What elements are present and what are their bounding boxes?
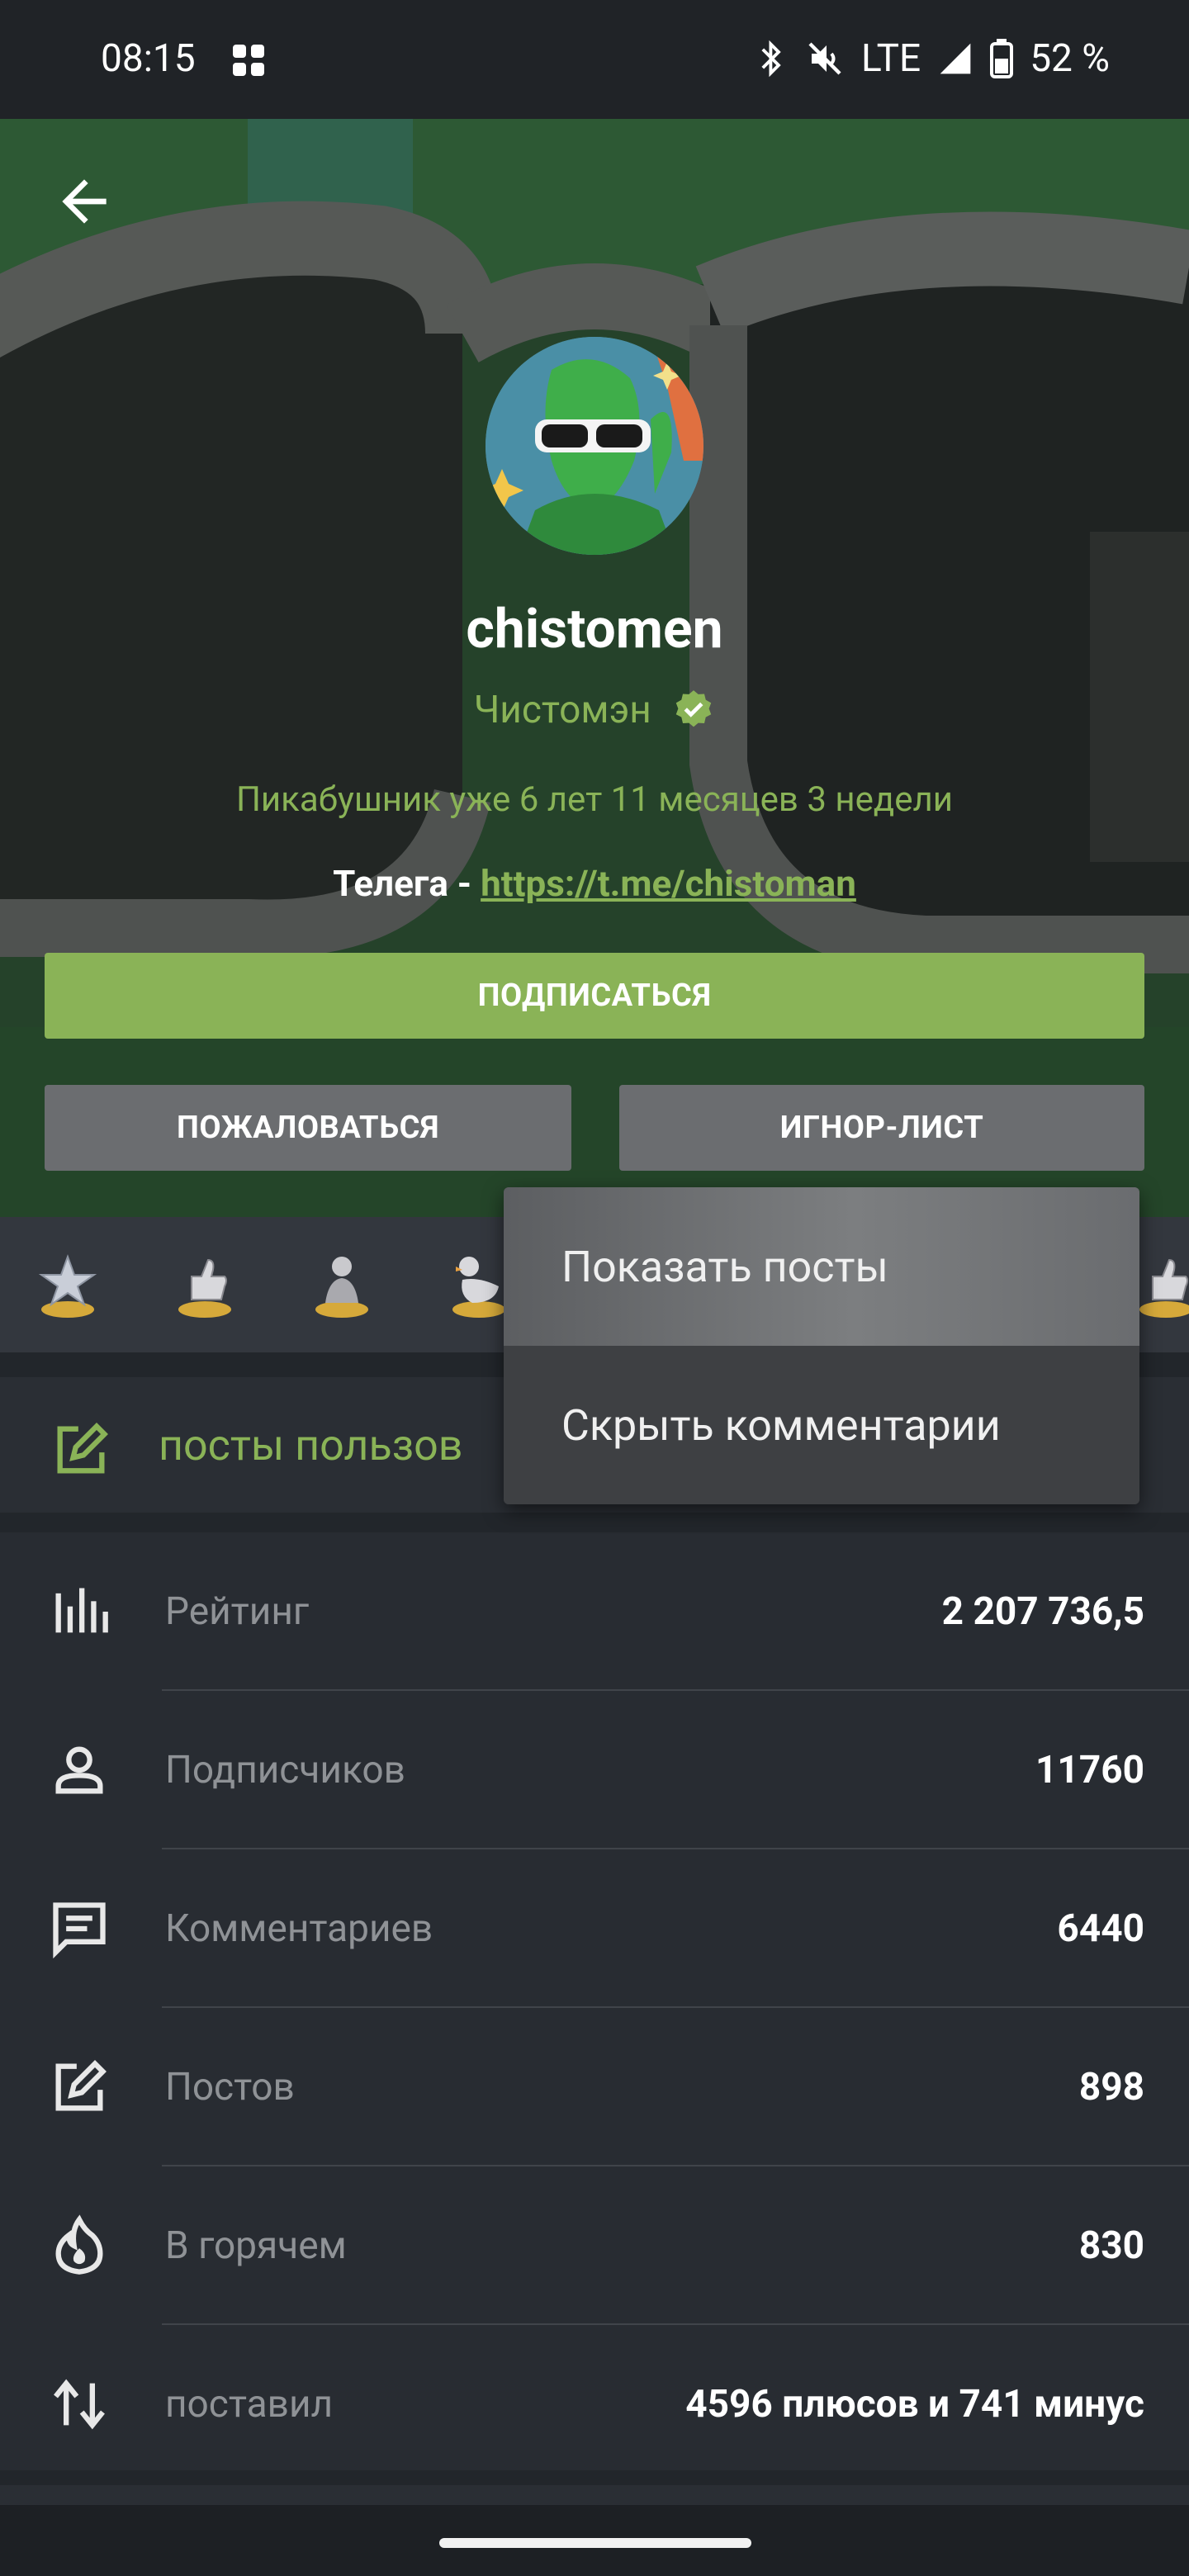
- profile-header: chistomen Чистомэн Пикабушник уже 6 лет …: [0, 119, 1189, 1217]
- stat-label: Постов: [165, 2065, 295, 2110]
- stat-value: 11760: [1035, 1748, 1144, 1792]
- battery-level: 52 %: [1030, 36, 1110, 81]
- tenure-text: Пикабушник уже 6 лет 11 месяцев 3 недели: [235, 779, 954, 820]
- username: chistomen: [466, 598, 723, 661]
- stat-row-comments: Комментариев 6440: [0, 1849, 1189, 2008]
- edit-icon: [55, 2060, 107, 2111]
- report-button[interactable]: ПОЖАЛОВАТЬСЯ: [45, 1085, 571, 1171]
- user-posts-label: посты пользов: [159, 1420, 463, 1470]
- bar-chart-icon: [55, 1588, 108, 1633]
- back-arrow-icon[interactable]: [51, 168, 117, 234]
- status-time: 08:15: [101, 36, 196, 81]
- mute-icon: [808, 42, 841, 75]
- award-thumbs-up-icon[interactable]: [172, 1250, 238, 1319]
- award-figure-icon[interactable]: [309, 1250, 375, 1319]
- flame-icon: [55, 2214, 103, 2275]
- stat-value: 830: [1078, 2223, 1144, 2268]
- award-thumbs-up-icon[interactable]: [1133, 1250, 1189, 1319]
- stat-label: Комментариев: [165, 1906, 433, 1951]
- stat-value: 4596 плюсов и 741 минус: [685, 2382, 1144, 2427]
- bluetooth-icon: [761, 40, 781, 78]
- home-indicator[interactable]: [439, 2538, 751, 2548]
- stat-label: Подписчиков: [165, 1748, 405, 1792]
- stat-row-rating: Рейтинг 2 207 736,5: [0, 1532, 1189, 1691]
- status-bar: 08:15 LTE 52 %: [0, 0, 1189, 119]
- stat-value: 6440: [1057, 1906, 1144, 1951]
- stat-label: Рейтинг: [165, 1589, 310, 1634]
- menu-item-hide-comments[interactable]: Скрыть комментарии: [504, 1346, 1139, 1504]
- stat-row-posts: Постов 898: [0, 2008, 1189, 2166]
- stats-list: Рейтинг 2 207 736,5 Подписчиков 11760 Ко…: [0, 1532, 1189, 2470]
- telegram-prefix: Телега -: [333, 862, 481, 905]
- bottom-divider: [0, 2485, 1189, 2505]
- apps-grid-icon: [233, 45, 264, 76]
- comment-icon: [53, 1902, 106, 1959]
- stat-value: 2 207 736,5: [941, 1589, 1144, 1634]
- context-menu: Показать посты Скрыть комментарии: [504, 1187, 1139, 1504]
- avatar-image: [486, 337, 703, 555]
- menu-item-show-posts[interactable]: Показать посты: [504, 1187, 1139, 1346]
- edit-icon: [57, 1423, 108, 1474]
- navigation-bar: [0, 2505, 1189, 2576]
- stat-value: 898: [1078, 2065, 1144, 2110]
- header-overlay: [0, 119, 1189, 1217]
- signal-icon: [940, 43, 971, 74]
- stat-row-hot: В горячем 830: [0, 2166, 1189, 2325]
- verified-badge-icon: [675, 690, 712, 727]
- network-label: LTE: [860, 36, 921, 81]
- ignore-list-button[interactable]: ИГНОР-ЛИСТ: [619, 1085, 1144, 1171]
- award-duck-icon[interactable]: [446, 1250, 512, 1319]
- avatar[interactable]: [486, 337, 703, 555]
- stat-label: поставил: [165, 2382, 334, 2427]
- stat-row-votes: поставил 4596 плюсов и 741 минус: [0, 2325, 1189, 2484]
- display-name: Чистомэн: [473, 687, 651, 732]
- bio-line: Телега - https://t.me/chistoman: [0, 862, 1189, 905]
- swap-vertical-icon: [54, 2379, 105, 2430]
- battery-icon: [990, 39, 1014, 78]
- stat-row-subscribers: Подписчиков 11760: [0, 1691, 1189, 1849]
- award-star-icon[interactable]: [35, 1250, 101, 1319]
- person-icon: [55, 1746, 103, 1794]
- stat-label: В горячем: [165, 2223, 347, 2268]
- display-name-line: Чистомэн: [0, 685, 1189, 732]
- subscribe-button[interactable]: ПОДПИСАТЬСЯ: [45, 953, 1144, 1039]
- telegram-link[interactable]: https://t.me/chistoman: [481, 862, 856, 905]
